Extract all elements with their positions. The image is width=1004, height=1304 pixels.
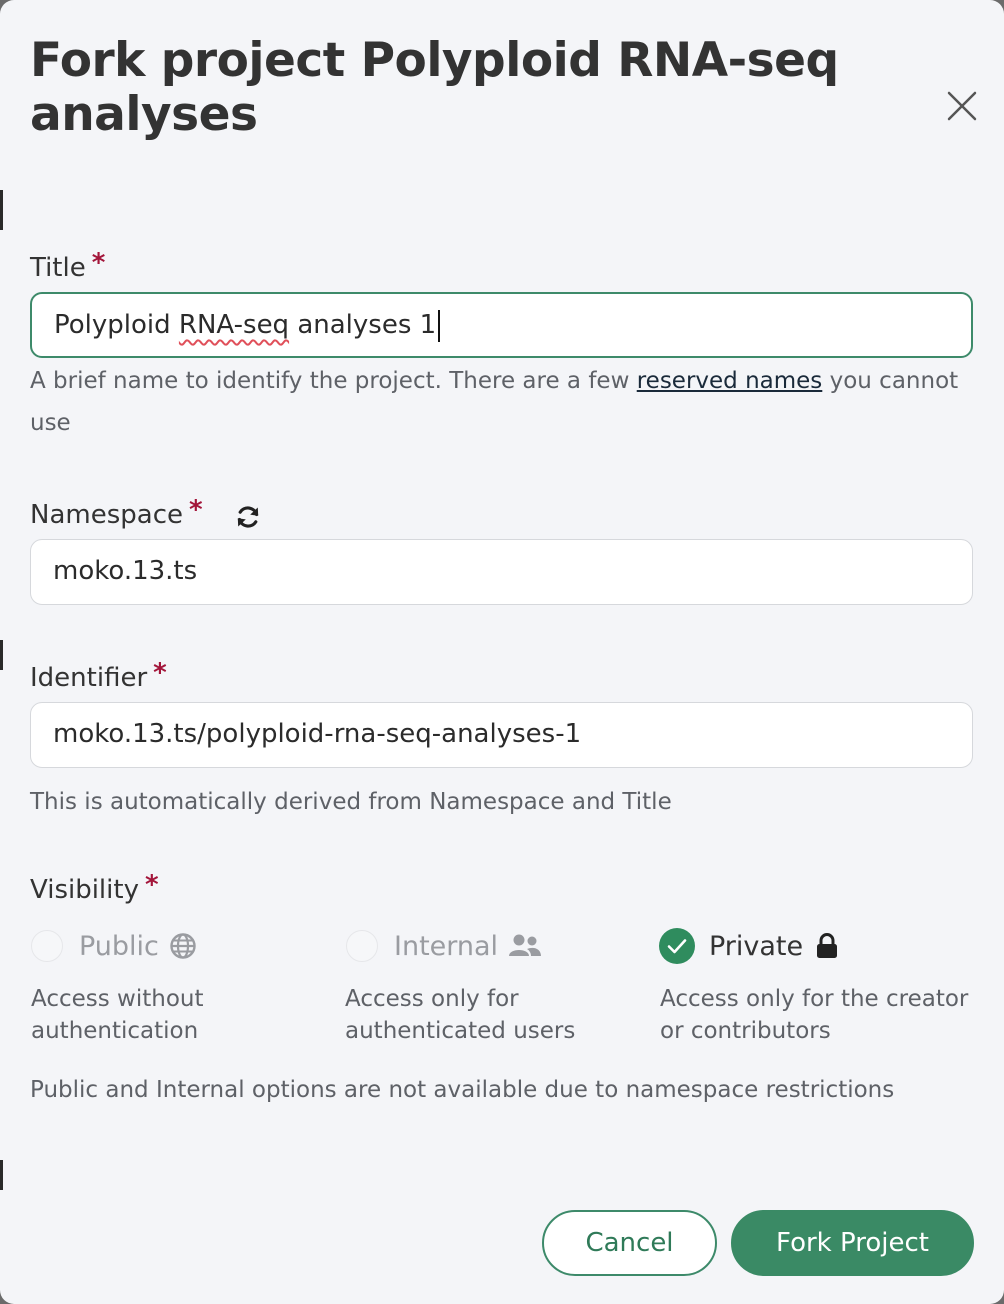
users-icon bbox=[509, 934, 542, 956]
close-icon bbox=[947, 91, 977, 121]
fork-project-dialog: Fork project Polyploid RNA-seq analyses … bbox=[0, 0, 1004, 1304]
required-marker: * bbox=[188, 495, 203, 525]
lock-icon bbox=[817, 933, 838, 958]
dialog-title: Fork project Polyploid RNA-seq analyses bbox=[30, 33, 839, 142]
required-marker: * bbox=[144, 870, 159, 900]
text-caret bbox=[438, 309, 441, 342]
namespace-label: Namespace * bbox=[30, 495, 203, 530]
spellcheck-flagged-word: RNA-seq bbox=[178, 310, 290, 340]
globe-icon bbox=[170, 933, 196, 959]
title-input[interactable]: Polyploid RNA-seq analyses 1 bbox=[30, 292, 973, 358]
internal-description: Access only for authenticated users bbox=[345, 986, 576, 1044]
visibility-private-option[interactable]: Private bbox=[659, 926, 841, 966]
backdrop-edge bbox=[0, 640, 3, 670]
identifier-field: moko.13.ts/polyploid-rna-seq-analyses-1 bbox=[30, 702, 973, 768]
visibility-restriction-note: Public and Internal options are not avai… bbox=[30, 1077, 895, 1103]
private-label: Private bbox=[709, 930, 804, 962]
private-radio[interactable] bbox=[659, 928, 695, 964]
title-label: Title * bbox=[30, 248, 106, 283]
required-marker: * bbox=[153, 658, 167, 688]
identifier-label: Identifier * bbox=[30, 658, 167, 693]
refresh-namespaces-button[interactable] bbox=[234, 503, 262, 531]
visibility-internal-option[interactable]: Internal bbox=[346, 926, 542, 966]
internal-label: Internal bbox=[394, 930, 499, 962]
namespace-select[interactable]: moko.13.ts bbox=[30, 539, 973, 605]
fork-project-button[interactable]: Fork Project bbox=[731, 1210, 974, 1276]
backdrop-edge bbox=[0, 190, 3, 230]
required-marker: * bbox=[91, 248, 106, 278]
title-help-text: A brief name to identify the project. Th… bbox=[30, 368, 959, 436]
internal-radio[interactable] bbox=[346, 930, 378, 962]
refresh-icon bbox=[237, 506, 259, 528]
public-radio[interactable] bbox=[31, 930, 63, 962]
close-button[interactable] bbox=[940, 84, 984, 128]
backdrop-edge bbox=[0, 1160, 3, 1190]
private-description: Access only for the creator or contribut… bbox=[660, 986, 969, 1044]
cancel-button[interactable]: Cancel bbox=[542, 1210, 717, 1276]
visibility-public-option[interactable]: Public bbox=[31, 926, 197, 966]
checkmark-icon bbox=[667, 939, 687, 954]
identifier-help-text: This is automatically derived from Names… bbox=[30, 789, 672, 815]
reserved-names-link[interactable]: reserved names bbox=[637, 368, 823, 394]
visibility-label: Visibility * bbox=[30, 870, 159, 905]
public-label: Public bbox=[79, 930, 159, 962]
public-description: Access without authentication bbox=[31, 986, 204, 1044]
